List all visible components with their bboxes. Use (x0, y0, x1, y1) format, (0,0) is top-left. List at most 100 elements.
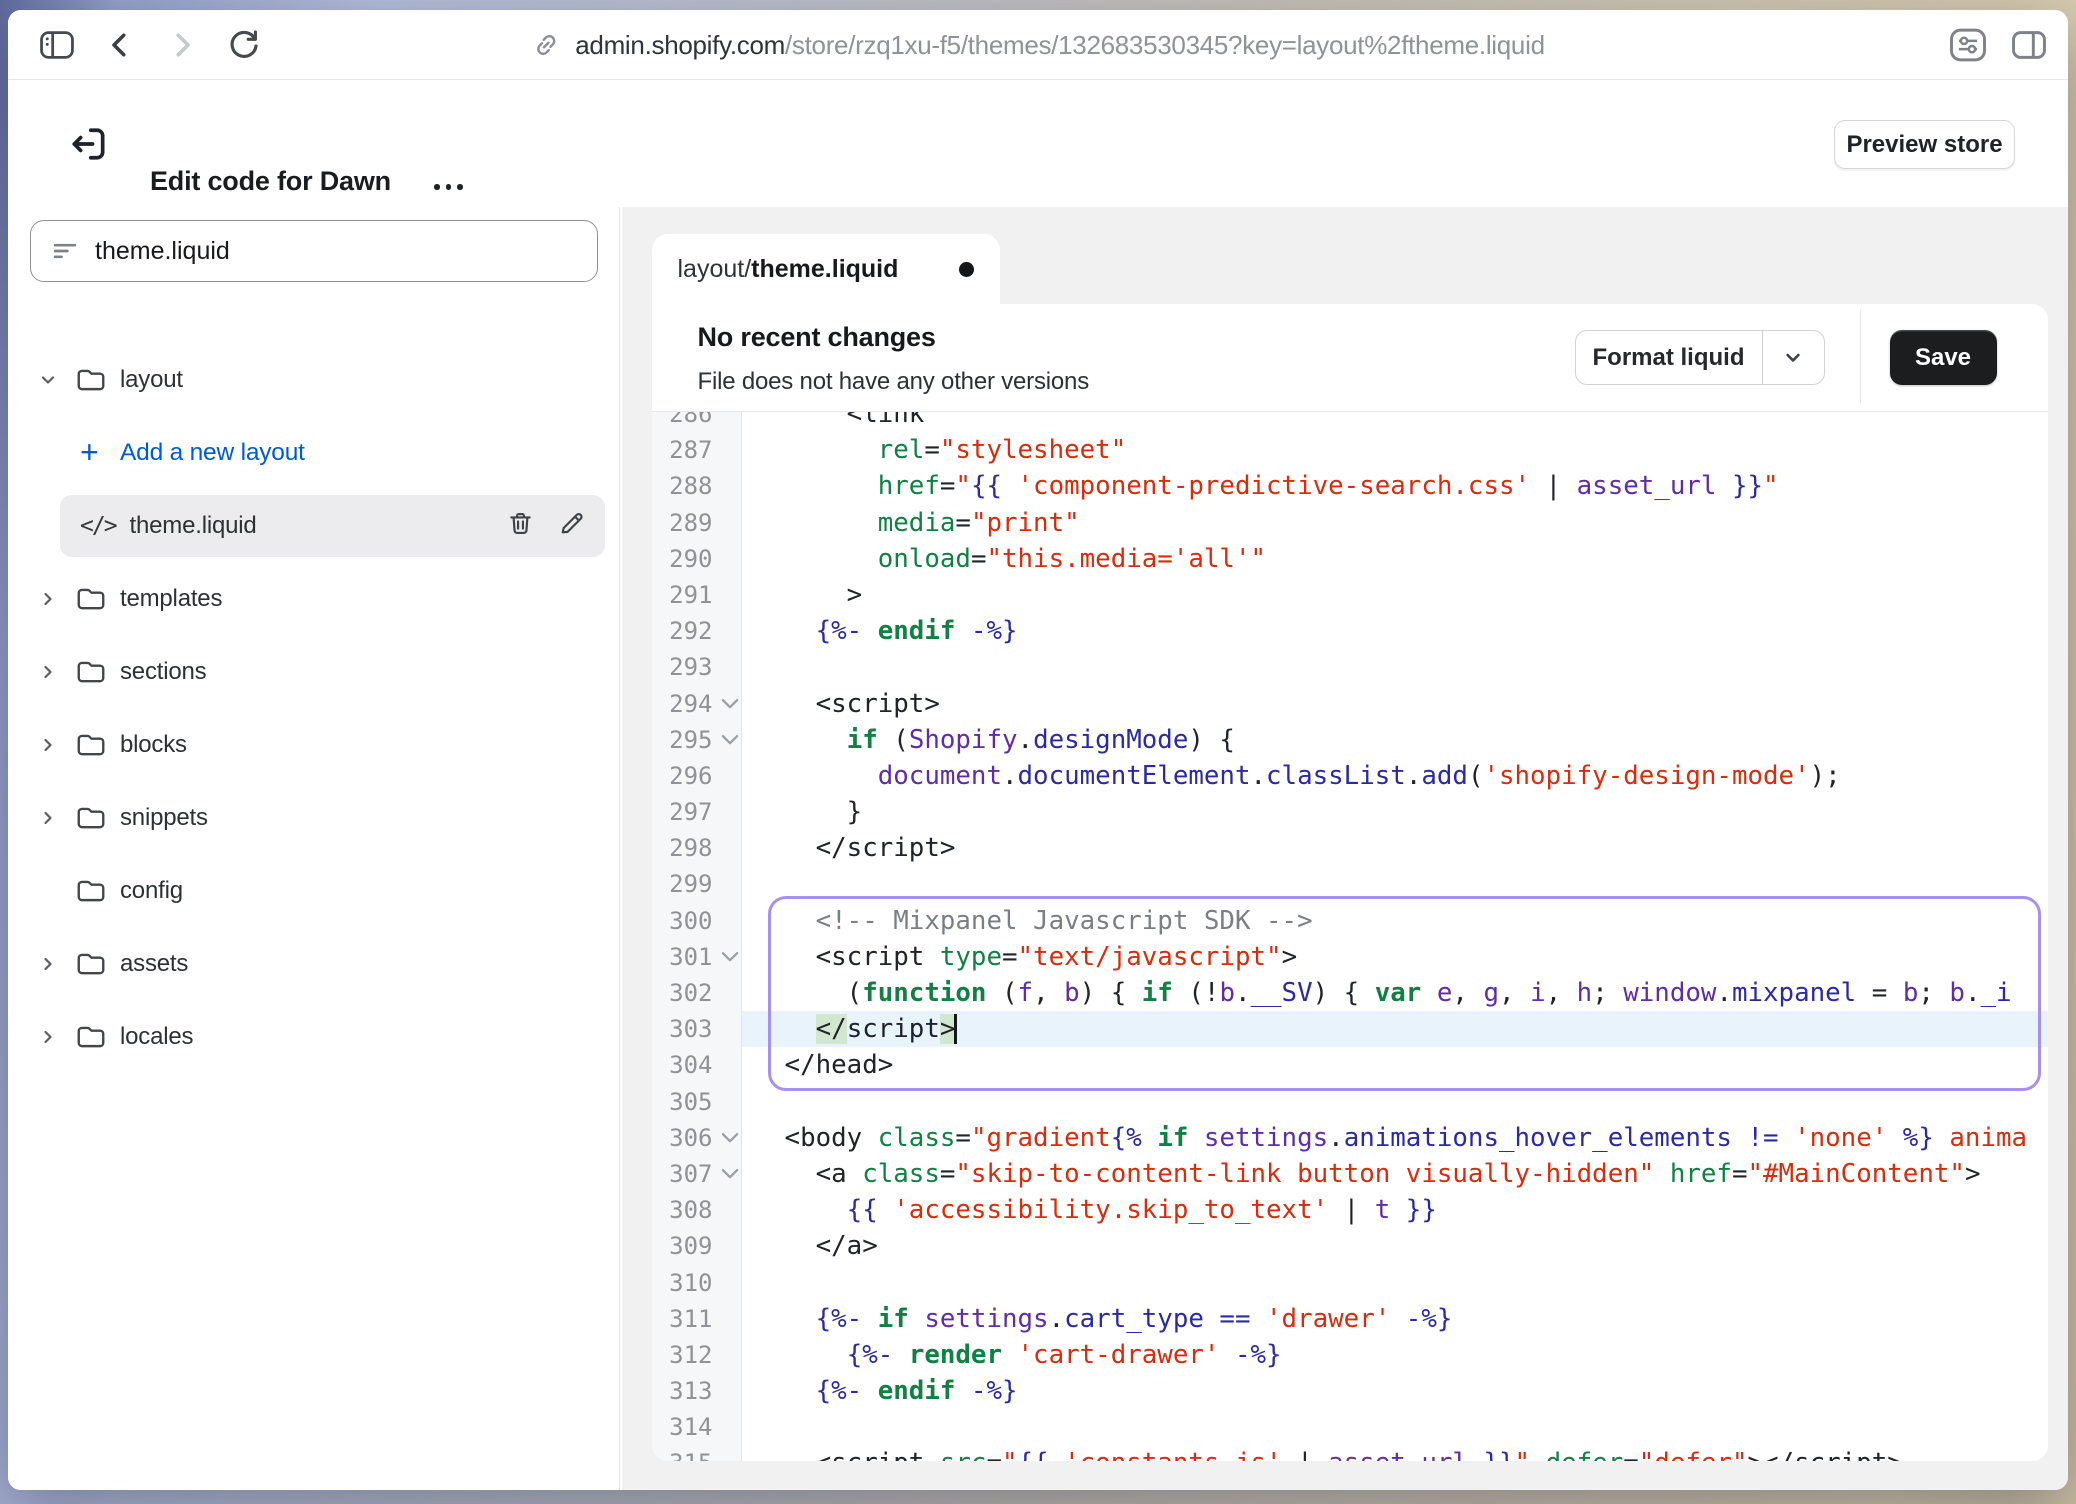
code-line-309[interactable]: </a> (652, 1228, 2048, 1264)
code-line-311[interactable]: {%- if settings.cart_type == 'drawer' -%… (652, 1301, 2048, 1337)
line-number-311[interactable]: 311 (652, 1301, 741, 1337)
tab-theme-liquid[interactable]: layout/theme.liquid (652, 234, 1000, 305)
code-line-299[interactable] (652, 866, 2048, 902)
code-line-315[interactable]: <script src="{{ 'constants.js' | asset_u… (652, 1445, 2048, 1461)
sidebar-folder-layout[interactable]: layout (8, 343, 619, 416)
rename-file-icon[interactable] (558, 510, 585, 542)
preview-store-button[interactable]: Preview store (1834, 120, 2015, 169)
line-number-296[interactable]: 296 (652, 758, 741, 794)
line-number-306[interactable]: 306 (652, 1120, 741, 1156)
code-line-308[interactable]: {{ 'accessibility.skip_to_text' | t }} (652, 1192, 2048, 1228)
code-line-306[interactable]: <body class="gradient{% if settings.anim… (652, 1120, 2048, 1156)
code-line-286[interactable]: <link (652, 412, 2048, 432)
line-number-292[interactable]: 292 (652, 613, 741, 649)
line-number-297[interactable]: 297 (652, 794, 741, 830)
line-number-315[interactable]: 315 (652, 1445, 741, 1461)
line-number-309[interactable]: 309 (652, 1228, 741, 1264)
code-line-310[interactable] (652, 1265, 2048, 1301)
chevron-right-icon[interactable] (38, 1027, 76, 1047)
code-line-305[interactable] (652, 1084, 2048, 1120)
format-liquid-button[interactable]: Format liquid (1575, 330, 1825, 385)
search-input[interactable] (95, 237, 577, 266)
forward-icon[interactable] (164, 27, 200, 63)
line-number-304[interactable]: 304 (652, 1047, 741, 1083)
address-bar[interactable]: admin.shopify.com/store/rzq1xu-f5/themes… (531, 10, 1544, 80)
fold-chevron-icon[interactable] (721, 951, 739, 963)
fold-chevron-icon[interactable] (721, 734, 739, 746)
chevron-right-icon[interactable] (38, 589, 76, 609)
split-view-icon[interactable] (2010, 28, 2048, 62)
line-number-299[interactable]: 299 (652, 866, 741, 902)
code-line-312[interactable]: {%- render 'cart-drawer' -%} (652, 1337, 2048, 1373)
code-line-303[interactable]: </script> (652, 1011, 2048, 1047)
chevron-right-icon[interactable] (38, 662, 76, 682)
fold-chevron-icon[interactable] (721, 1132, 739, 1144)
fold-chevron-icon[interactable] (721, 1168, 739, 1180)
line-number-288[interactable]: 288 (652, 468, 741, 504)
line-number-300[interactable]: 300 (652, 903, 741, 939)
file-search[interactable] (30, 220, 598, 282)
line-number-312[interactable]: 312 (652, 1337, 741, 1373)
reload-icon[interactable] (226, 27, 262, 63)
code-line-288[interactable]: href="{{ 'component-predictive-search.cs… (652, 468, 2048, 504)
code-line-295[interactable]: if (Shopify.designMode) { (652, 722, 2048, 758)
chevron-right-icon[interactable] (38, 735, 76, 755)
line-number-310[interactable]: 310 (652, 1265, 741, 1301)
sidebar-folder-config[interactable]: config (8, 854, 619, 927)
line-number-286[interactable]: 286 (652, 412, 741, 432)
code-line-289[interactable]: media="print" (652, 505, 2048, 541)
line-number-287[interactable]: 287 (652, 432, 741, 468)
line-number-301[interactable]: 301 (652, 939, 741, 975)
code-line-291[interactable]: > (652, 577, 2048, 613)
sidebar-folder-assets[interactable]: assets (8, 927, 619, 1000)
back-icon[interactable] (102, 27, 138, 63)
line-number-302[interactable]: 302 (652, 975, 741, 1011)
chevron-right-icon[interactable] (38, 954, 76, 974)
sidebar-folder-sections[interactable]: sections (8, 635, 619, 708)
line-number-289[interactable]: 289 (652, 505, 741, 541)
line-number-291[interactable]: 291 (652, 577, 741, 613)
code-line-296[interactable]: document.documentElement.classList.add('… (652, 758, 2048, 794)
code-line-304[interactable]: </head> (652, 1047, 2048, 1083)
line-number-294[interactable]: 294 (652, 686, 741, 722)
chevron-right-icon[interactable] (38, 808, 76, 828)
line-number-308[interactable]: 308 (652, 1192, 741, 1228)
line-number-303[interactable]: 303 (652, 1011, 741, 1047)
extensions-icon[interactable] (1948, 26, 1988, 64)
line-number-305[interactable]: 305 (652, 1084, 741, 1120)
line-number-293[interactable]: 293 (652, 649, 741, 685)
code-line-292[interactable]: {%- endif -%} (652, 613, 2048, 649)
code-line-298[interactable]: </script> (652, 830, 2048, 866)
line-number-298[interactable]: 298 (652, 830, 741, 866)
sidebar-folder-locales[interactable]: locales (8, 1000, 619, 1073)
code-line-290[interactable]: onload="this.media='all'" (652, 541, 2048, 577)
exit-icon[interactable] (66, 122, 110, 166)
delete-file-icon[interactable] (507, 510, 534, 542)
sidebar-folder-blocks[interactable]: blocks (8, 708, 619, 781)
sidebar-file-theme.liquid[interactable]: </>theme.liquid (8, 489, 619, 562)
code-line-307[interactable]: <a class="skip-to-content-link button vi… (652, 1156, 2048, 1192)
line-number-313[interactable]: 313 (652, 1373, 741, 1409)
code-line-313[interactable]: {%- endif -%} (652, 1373, 2048, 1409)
line-number-295[interactable]: 295 (652, 722, 741, 758)
code-line-294[interactable]: <script> (652, 686, 2048, 722)
chevron-down-icon[interactable] (1762, 331, 1824, 384)
code-line-293[interactable] (652, 649, 2048, 685)
sidebar-toggle-icon[interactable] (38, 28, 76, 62)
code-editor[interactable]: <link rel="stylesheet" href="{{ 'compone… (652, 412, 2048, 1461)
selected-file-row[interactable]: </>theme.liquid (60, 495, 605, 557)
line-number-314[interactable]: 314 (652, 1409, 741, 1445)
add-new-layout-action[interactable]: +Add a new layout (8, 416, 619, 489)
line-number-290[interactable]: 290 (652, 541, 741, 577)
more-menu-icon[interactable] (426, 176, 471, 198)
line-number-307[interactable]: 307 (652, 1156, 741, 1192)
code-line-287[interactable]: rel="stylesheet" (652, 432, 2048, 468)
code-line-314[interactable] (652, 1409, 2048, 1445)
sidebar-folder-snippets[interactable]: snippets (8, 781, 619, 854)
fold-chevron-icon[interactable] (721, 698, 739, 710)
sidebar-folder-templates[interactable]: templates (8, 562, 619, 635)
code-line-297[interactable]: } (652, 794, 2048, 830)
save-button[interactable]: Save (1890, 330, 1997, 385)
code-line-302[interactable]: (function (f, b) { if (!b.__SV) { var e,… (652, 975, 2048, 1011)
code-line-301[interactable]: <script type="text/javascript"> (652, 939, 2048, 975)
